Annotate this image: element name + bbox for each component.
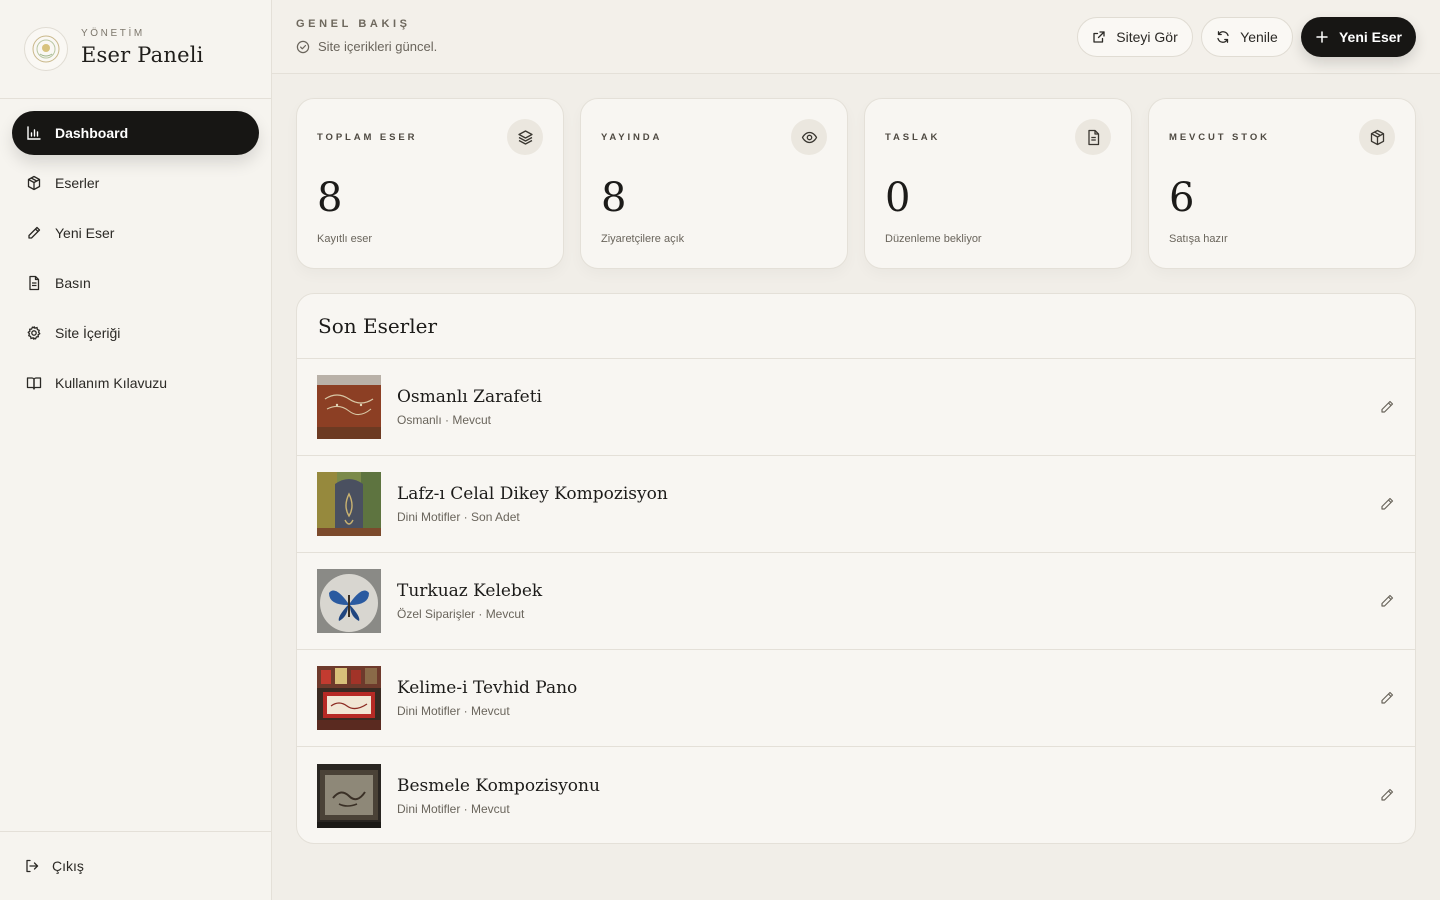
sidebar-item-yeni-eser[interactable]: Yeni Eser xyxy=(12,211,259,255)
sidebar-item-eserler[interactable]: Eserler xyxy=(12,161,259,205)
book-icon xyxy=(26,377,42,390)
eye-icon xyxy=(801,131,817,143)
document-icon xyxy=(29,275,40,291)
artwork-row[interactable]: Osmanlı Zarafeti Osmanlı · Mevcut xyxy=(297,359,1415,456)
artwork-title: Lafz-ı Celal Dikey Kompozisyon xyxy=(397,484,668,504)
stat-card-stock: MEVCUT STOK 6 Satışa hazır xyxy=(1148,98,1416,269)
edit-pencil-icon[interactable] xyxy=(1379,399,1395,415)
stat-card-published: YAYINDA 8 Ziyaretçilere açık xyxy=(580,98,848,269)
stat-value: 0 xyxy=(885,175,911,221)
document-icon xyxy=(1087,129,1099,145)
stat-label: YAYINDA xyxy=(601,132,663,143)
stat-icon-wrap xyxy=(1359,119,1395,155)
logout-label: Çıkış xyxy=(52,858,84,874)
stat-value: 8 xyxy=(317,175,343,221)
edit-pencil-icon[interactable] xyxy=(1379,787,1395,803)
bar-chart-icon xyxy=(27,126,41,140)
artwork-image xyxy=(317,763,381,828)
artwork-meta: Dini Motifler · Mevcut xyxy=(397,801,510,816)
artwork-row[interactable]: Besmele Kompozisyonu Dini Motifler · Mev… xyxy=(297,747,1415,843)
stat-card-draft: TASLAK 0 Düzenleme bekliyor xyxy=(864,98,1132,269)
stat-icon-wrap xyxy=(1075,119,1111,155)
artwork-meta: Özel Siparişler · Mevcut xyxy=(397,607,525,621)
artwork-row[interactable]: Turkuaz Kelebek Özel Siparişler · Mevcut xyxy=(297,553,1415,650)
sidebar-item-label: Site İçeriği xyxy=(55,325,121,341)
artwork-thumbnail xyxy=(317,763,381,828)
new-artwork-button[interactable]: Yeni Eser xyxy=(1301,17,1416,57)
stat-icon-wrap xyxy=(507,119,543,155)
sync-status-text: Site içerikleri güncel. xyxy=(318,39,438,54)
artwork-thumbnail xyxy=(317,666,381,730)
brand-kicker: YÖNETİM xyxy=(81,27,145,39)
logout-button[interactable]: Çıkış xyxy=(0,831,271,900)
artwork-row[interactable]: Lafz-ı Celal Dikey Kompozisyon Dini Moti… xyxy=(297,456,1415,553)
panel-title: Son Eserler xyxy=(297,294,1415,359)
layers-icon xyxy=(517,129,533,145)
artwork-image xyxy=(317,472,381,536)
artwork-title: Turkuaz Kelebek xyxy=(397,581,543,601)
view-site-label: Siteyi Gör xyxy=(1116,29,1178,45)
artwork-title: Osmanlı Zarafeti xyxy=(397,387,542,407)
sidebar-item-label: Basın xyxy=(55,275,91,291)
stat-value: 8 xyxy=(601,175,627,221)
gear-icon xyxy=(27,326,41,340)
stat-label: TOPLAM ESER xyxy=(317,132,418,143)
sidebar-nav: Dashboard Eserler Yeni Eser Basın Site İ… xyxy=(0,99,271,423)
pencil-icon xyxy=(28,226,41,239)
page-kicker: GENEL BAKIŞ xyxy=(296,18,411,30)
stat-label: MEVCUT STOK xyxy=(1169,132,1270,143)
edit-pencil-icon[interactable] xyxy=(1379,496,1395,512)
edit-pencil-icon[interactable] xyxy=(1379,593,1395,609)
brand: YÖNETİM Eser Paneli xyxy=(0,0,271,99)
artwork-thumbnail xyxy=(317,375,381,439)
stat-card-total: TOPLAM ESER 8 Kayıtlı eser xyxy=(296,98,564,269)
brand-title: Eser Paneli xyxy=(81,42,204,67)
artwork-meta: Osmanlı · Mevcut xyxy=(397,413,492,427)
sidebar: YÖNETİM Eser Paneli Dashboard Eserler Ye… xyxy=(0,0,272,900)
artwork-meta: Dini Motifler · Son Adet xyxy=(397,510,520,524)
artwork-thumbnail xyxy=(317,569,381,633)
box-icon xyxy=(27,175,41,191)
sidebar-item-site-icerigi[interactable]: Site İçeriği xyxy=(12,311,259,355)
artwork-thumbnail xyxy=(317,472,381,536)
artwork-meta: Dini Motifler · Mevcut xyxy=(397,704,510,718)
new-artwork-label: Yeni Eser xyxy=(1338,29,1403,45)
sidebar-item-basin[interactable]: Basın xyxy=(12,261,259,305)
check-circle-icon xyxy=(296,40,310,53)
logout-icon xyxy=(26,859,39,873)
stat-sub: Ziyaretçilere açık xyxy=(601,233,685,245)
sidebar-item-label: Kullanım Kılavuzu xyxy=(55,375,168,391)
artwork-title: Kelime-i Tevhid Pano xyxy=(397,678,578,698)
recent-artworks-panel: Son Eserler Osmanlı Zarafeti Osmanlı · M… xyxy=(296,293,1416,844)
sidebar-item-kullanim-kilavuzu[interactable]: Kullanım Kılavuzu xyxy=(12,361,259,405)
sidebar-item-label: Eserler xyxy=(55,175,100,191)
plus-icon xyxy=(1316,31,1328,43)
artwork-image xyxy=(317,569,381,633)
external-link-icon xyxy=(1093,31,1105,43)
sidebar-item-dashboard[interactable]: Dashboard xyxy=(12,111,259,155)
stat-icon-wrap xyxy=(791,119,827,155)
artwork-row[interactable]: Kelime-i Tevhid Pano Dini Motifler · Mev… xyxy=(297,650,1415,747)
edit-pencil-icon[interactable] xyxy=(1379,690,1395,706)
topbar: GENEL BAKIŞ Site içerikleri güncel. Site… xyxy=(272,0,1440,74)
sync-status: Site içerikleri güncel. xyxy=(296,39,437,54)
refresh-icon xyxy=(1217,31,1229,43)
logo xyxy=(24,27,68,71)
refresh-button[interactable]: Yenile xyxy=(1201,17,1293,57)
stat-sub: Düzenleme bekliyor xyxy=(885,233,982,245)
stat-value: 6 xyxy=(1169,175,1195,221)
stat-sub: Kayıtlı eser xyxy=(317,233,373,245)
sidebar-item-label: Yeni Eser xyxy=(55,225,115,241)
box-icon xyxy=(1370,129,1384,145)
seal-logo-icon xyxy=(32,35,60,63)
stat-label: TASLAK xyxy=(885,132,941,143)
refresh-label: Yenile xyxy=(1240,29,1278,45)
sidebar-item-label: Dashboard xyxy=(55,125,129,141)
artwork-image xyxy=(317,375,381,439)
artwork-image xyxy=(317,666,381,730)
stat-sub: Satışa hazır xyxy=(1169,233,1228,245)
artwork-title: Besmele Kompozisyonu xyxy=(397,775,600,796)
view-site-button[interactable]: Siteyi Gör xyxy=(1077,17,1193,57)
